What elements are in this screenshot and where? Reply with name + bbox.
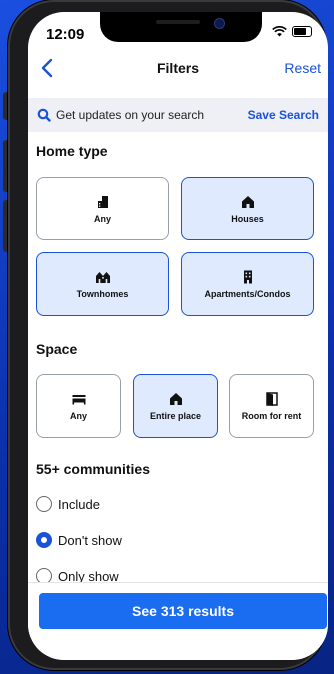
tile-label: Any — [69, 411, 87, 421]
building-icon — [97, 195, 108, 208]
tile-label: Townhomes — [76, 289, 129, 299]
tile-label: Room for rent — [241, 411, 302, 421]
home-type-apartments[interactable]: Apartments/Condos — [181, 252, 314, 316]
page-title: Filters — [156, 60, 199, 76]
home-type-title: Home type — [36, 143, 108, 159]
house-icon — [169, 393, 182, 405]
camera — [214, 18, 225, 29]
wifi-icon — [272, 26, 287, 37]
search-icon — [37, 108, 51, 122]
screen: 12:09 Filters Reset Get updates on your … — [28, 12, 328, 660]
save-search-button[interactable]: Save Search — [248, 108, 319, 122]
townhome-icon — [95, 272, 110, 283]
bed-icon — [72, 395, 85, 405]
status-bar: 12:09 — [28, 12, 328, 56]
home-type-houses[interactable]: Houses — [181, 177, 314, 240]
see-results-button[interactable]: See 313 results — [39, 593, 327, 629]
footer: See 313 results — [28, 582, 328, 660]
radio-label: Don't show — [58, 532, 122, 548]
radio-label: Include — [58, 496, 100, 512]
space-entire-place[interactable]: Entire place — [133, 374, 218, 438]
house-icon — [241, 195, 254, 208]
nav-bar: Filters Reset — [28, 56, 328, 80]
space-any[interactable]: Any — [36, 374, 121, 438]
phone-frame: 12:09 Filters Reset Get updates on your … — [8, 0, 328, 670]
space-room-for-rent[interactable]: Room for rent — [229, 374, 314, 438]
home-type-any[interactable]: Any — [36, 177, 169, 240]
tile-label: Houses — [231, 213, 264, 224]
radio-button[interactable] — [36, 496, 52, 512]
save-search-banner: Get updates on your search Save Search — [28, 98, 328, 132]
status-time: 12:09 — [46, 26, 85, 43]
apartment-icon — [243, 270, 252, 284]
space-title: Space — [36, 341, 78, 357]
banner-text: Get updates on your search — [56, 108, 205, 122]
radio-include[interactable]: Include — [36, 496, 100, 512]
speaker — [156, 20, 200, 24]
door-icon — [265, 392, 278, 406]
tile-label: Any — [93, 213, 111, 224]
radio-dont-show[interactable]: Don't show — [36, 532, 122, 548]
notch — [100, 12, 262, 42]
battery-icon — [292, 26, 312, 37]
tile-label: Entire place — [149, 411, 202, 421]
home-type-townhomes[interactable]: Townhomes — [36, 252, 169, 316]
status-icons — [272, 26, 312, 37]
reset-button[interactable]: Reset — [284, 60, 321, 76]
tile-label: Apartments/Condos — [204, 289, 291, 299]
radio-button-checked[interactable] — [36, 532, 52, 548]
communities-title: 55+ communities — [36, 461, 150, 477]
